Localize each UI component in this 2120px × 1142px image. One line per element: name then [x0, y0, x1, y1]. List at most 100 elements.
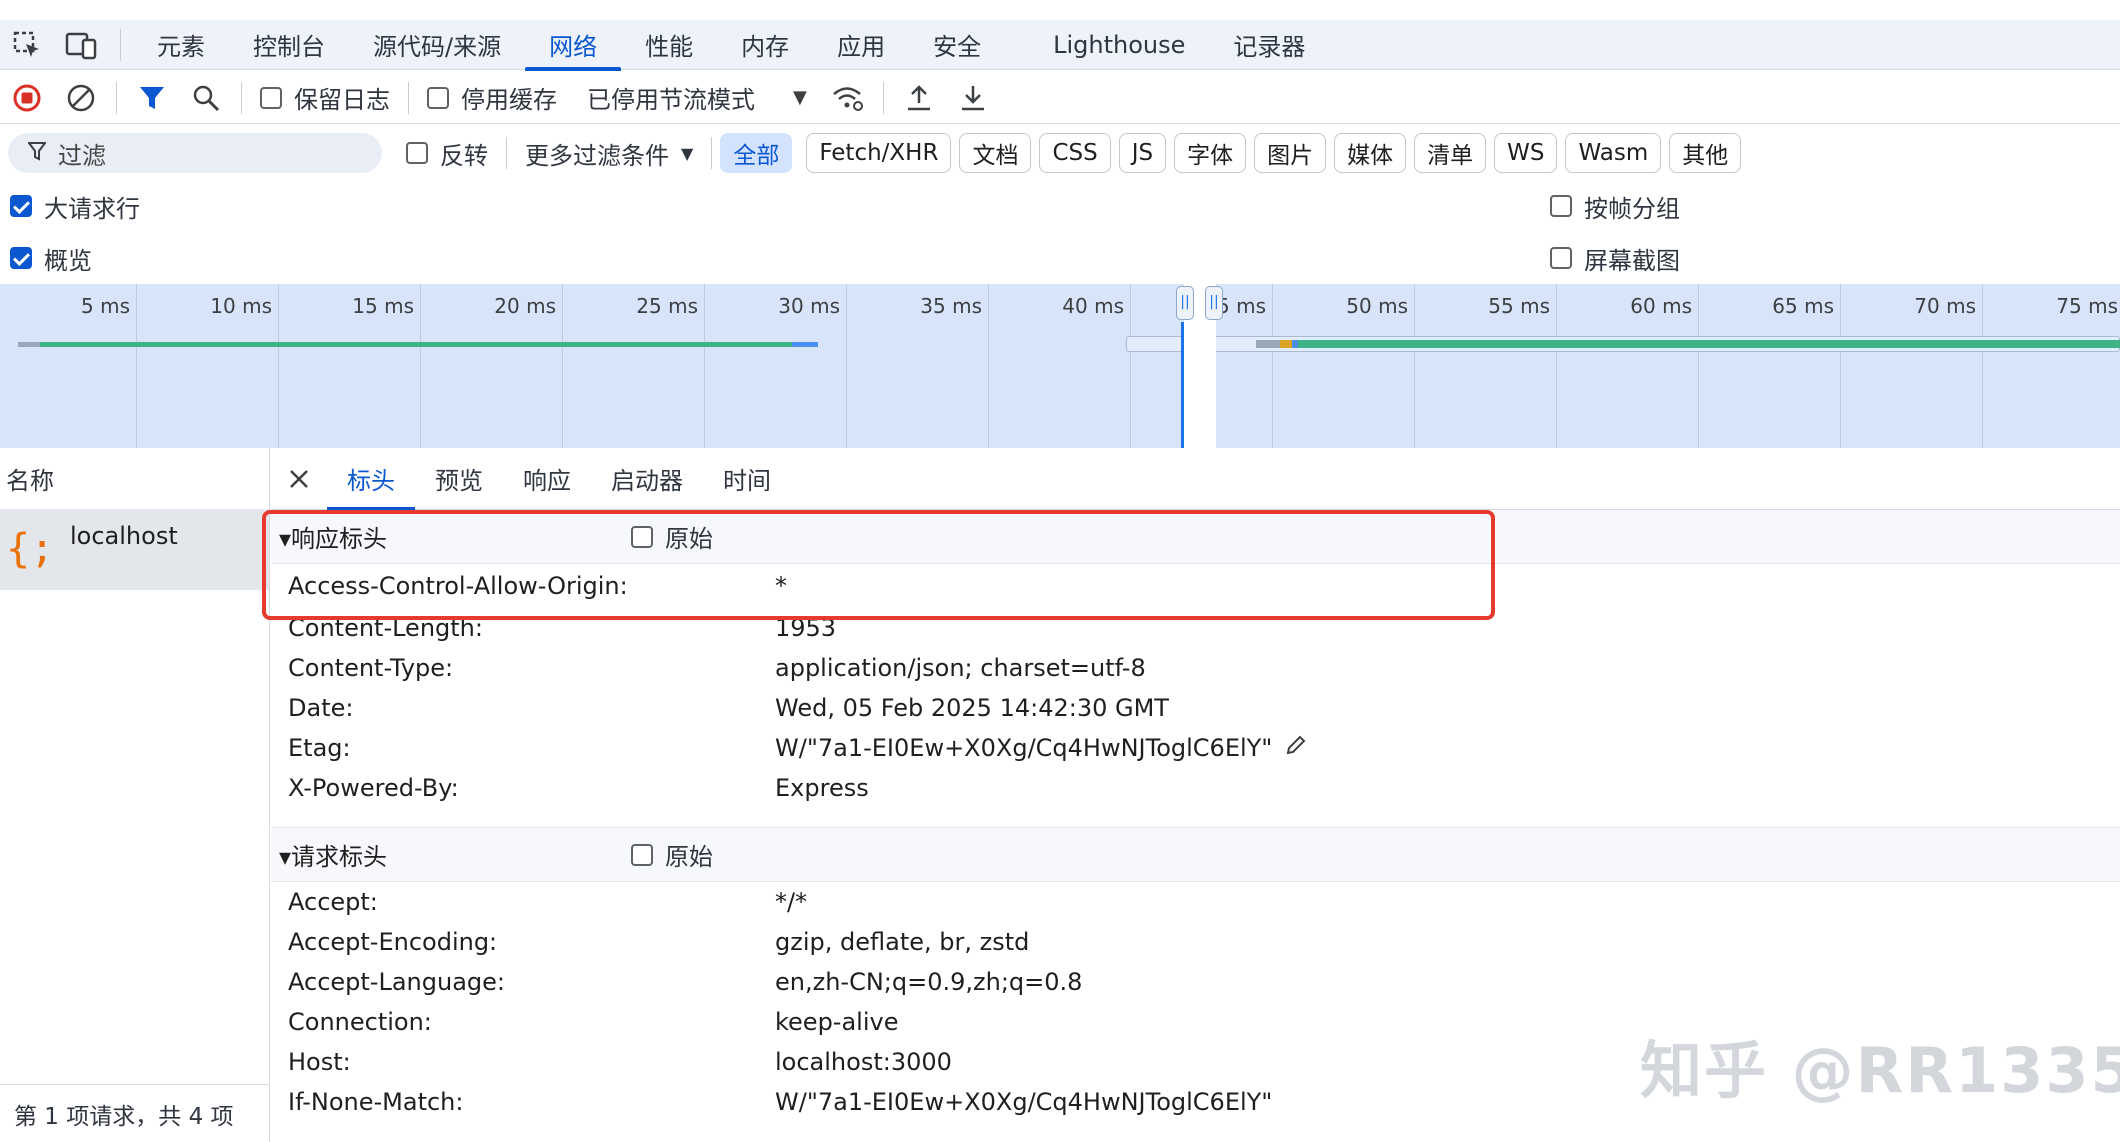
preserve-log-checkbox[interactable]: 保留日志: [250, 80, 400, 115]
clear-icon[interactable]: [54, 72, 108, 124]
invert-checkbox[interactable]: 反转: [396, 136, 498, 171]
filter-type-2[interactable]: 文档: [959, 133, 1032, 173]
search-icon[interactable]: [179, 72, 233, 124]
request-headers-title: ▾请求标头: [279, 843, 388, 871]
checkbox-box[interactable]: [10, 247, 32, 269]
header-value: 1953: [775, 614, 837, 642]
network-toolbar: 保留日志 停用缓存 已停用节流模式 ▼: [0, 72, 2120, 124]
filter-type-8[interactable]: 清单: [1414, 133, 1487, 173]
detail-tab-2[interactable]: 响应: [503, 448, 591, 510]
group-by-frame-checkbox[interactable]: 按帧分组: [1540, 189, 1690, 224]
tab-5[interactable]: 内存: [717, 20, 813, 70]
checkbox-box[interactable]: [631, 843, 653, 866]
timeline-gridline: [1414, 284, 1415, 448]
tab-3[interactable]: 网络: [525, 20, 622, 71]
filter-type-10[interactable]: Wasm: [1565, 133, 1662, 173]
checkbox-box[interactable]: [631, 525, 653, 548]
devtools-tab-bar: 元素 控制台 源代码/来源 网络 性能 内存 应用 安全 Lighthouse 记录器: [0, 20, 2120, 71]
checkbox-box[interactable]: [260, 86, 282, 109]
close-icon[interactable]: [271, 448, 327, 510]
request-raw-checkbox[interactable]: 原始: [631, 837, 723, 872]
filter-type-1[interactable]: Fetch/XHR: [806, 133, 952, 173]
edit-pencil-icon[interactable]: [1284, 733, 1308, 763]
tab-1[interactable]: 控制台: [229, 20, 349, 70]
request-row[interactable]: {;} localhost: [0, 510, 269, 590]
timeline-tick-label: 20 ms: [494, 294, 556, 318]
header-name: If-None-Match:: [288, 1088, 464, 1116]
big-request-rows-checkbox[interactable]: 大请求行: [0, 189, 150, 224]
filter-type-11[interactable]: 其他: [1669, 133, 1742, 173]
filter-type-5[interactable]: 字体: [1174, 133, 1247, 173]
header-row: Content-Length: 1953: [271, 608, 2120, 648]
filter-type-6[interactable]: 图片: [1254, 133, 1327, 173]
tab-9[interactable]: 记录器: [1209, 20, 1329, 70]
tab-4[interactable]: 性能: [621, 20, 717, 70]
header-value: */*: [775, 888, 808, 916]
header-row: Accept-Encoding: gzip, deflate, br, zstd: [271, 922, 2120, 962]
timeline-gridline: [1698, 284, 1699, 448]
selection-left-handle[interactable]: ||: [1176, 286, 1194, 320]
disable-cache-checkbox[interactable]: 停用缓存: [417, 80, 567, 115]
invert-label: 反转: [440, 141, 488, 170]
filter-type-9[interactable]: WS: [1494, 133, 1558, 173]
filter-type-7[interactable]: 媒体: [1334, 133, 1407, 173]
filter-bar: 过滤 反转 更多过滤条件 ▼ 全部 Fetch/XHR 文档 CSS JS 字体 图片 媒体清…: [0, 126, 2120, 180]
header-row: Etag: W/"7a1-EI0Ew+X0Xg/Cq4HwNJToglC6ElY": [271, 728, 2120, 768]
checkbox-box[interactable]: [427, 86, 449, 109]
timeline-tick-label: 5 ms: [81, 294, 130, 318]
network-overview-timeline[interactable]: 5 ms 10 ms 15 ms 20 ms 25 ms 30 ms 35 ms 40 ms 4…: [0, 284, 2120, 448]
download-bar: [40, 342, 792, 347]
filter-placeholder: 过滤: [58, 141, 106, 170]
timeline-tick-label: 30 ms: [778, 294, 840, 318]
detail-tab-4[interactable]: 时间: [703, 448, 791, 510]
panel-tabs: 元素 控制台 源代码/来源 网络 性能 内存 应用 安全 Lighthouse 记录器: [133, 20, 1329, 71]
filter-funnel-icon[interactable]: [125, 72, 179, 124]
response-headers-section-header[interactable]: ▾响应标头 原始: [271, 510, 2120, 564]
request-count-text: 第 1 项请求，共 4 项: [14, 1103, 234, 1130]
svg-text:{;}: {;}: [6, 526, 58, 572]
network-conditions-icon[interactable]: [821, 72, 875, 124]
checkbox-box[interactable]: [1550, 195, 1572, 217]
checkbox-box[interactable]: [1550, 247, 1572, 269]
inspect-element-icon[interactable]: [0, 20, 54, 70]
filter-type-4[interactable]: JS: [1118, 133, 1167, 173]
checkbox-box[interactable]: [10, 195, 32, 217]
filter-input[interactable]: 过滤: [8, 133, 382, 173]
more-filters-dropdown[interactable]: 更多过滤条件 ▼: [515, 136, 703, 171]
timeline-tick-label: 65 ms: [1772, 294, 1834, 318]
selection-right-handle[interactable]: ||: [1205, 286, 1223, 320]
record-stop-icon[interactable]: [0, 72, 54, 124]
tab-2[interactable]: 源代码/来源: [349, 20, 525, 70]
tab-0[interactable]: 元素: [133, 20, 229, 70]
tab-8[interactable]: Lighthouse: [1029, 20, 1209, 70]
export-har-icon[interactable]: [946, 72, 1000, 124]
resource-type-filters: 全部 Fetch/XHR 文档 CSS JS 字体 图片 媒体 清单 WS Wasm 其他: [720, 133, 1749, 173]
detail-tab-0[interactable]: 标头: [327, 448, 415, 511]
header-row: X-Powered-By: Express: [271, 768, 2120, 808]
header-value: localhost:3000: [775, 1048, 952, 1076]
device-toolbar-icon[interactable]: [54, 20, 108, 70]
timeline-tick-label: 75 ms: [2056, 294, 2118, 318]
throttling-select[interactable]: 已停用节流模式 ▼: [567, 80, 817, 115]
filter-type-3[interactable]: CSS: [1039, 133, 1111, 173]
detail-tab-3[interactable]: 启动器: [591, 448, 703, 510]
screenshots-checkbox[interactable]: 屏幕截图: [1540, 241, 1690, 276]
tab-7[interactable]: 安全: [909, 20, 1005, 70]
filter-type-0[interactable]: 全部: [720, 133, 793, 173]
divider: [120, 28, 121, 61]
import-har-icon[interactable]: [892, 72, 946, 124]
header-value: W/"7a1-EI0Ew+X0Xg/Cq4HwNJToglC6ElY": [775, 1088, 1273, 1116]
detail-tab-1[interactable]: 预览: [415, 448, 503, 510]
checkbox-box[interactable]: [406, 142, 428, 164]
request-count-status: 第 1 项请求，共 4 项: [0, 1084, 270, 1142]
response-raw-checkbox[interactable]: 原始: [631, 519, 723, 554]
name-column-header[interactable]: 名称: [0, 448, 269, 510]
header-row: Content-Type: application/json; charset=u…: [271, 648, 2120, 688]
options-row-2: 概览 屏幕截图: [0, 238, 2120, 278]
request-headers-section-header[interactable]: ▾请求标头 原始: [271, 828, 2120, 882]
overview-checkbox[interactable]: 概览: [0, 241, 102, 276]
header-name: Accept:: [288, 888, 378, 916]
timeline-gridline: [1130, 284, 1131, 448]
waiting-bar: [1256, 340, 1280, 348]
tab-6[interactable]: 应用: [813, 20, 909, 70]
